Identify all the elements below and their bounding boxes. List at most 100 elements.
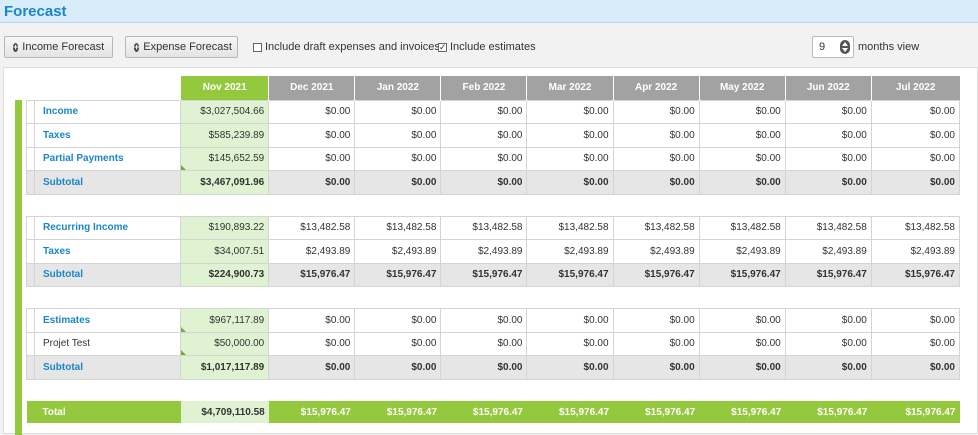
toolbar: + Income Forecast + Expense Forecast Inc… <box>0 24 978 68</box>
spinner-icon[interactable] <box>840 40 850 54</box>
estimates-checkbox-box[interactable]: ✓ <box>438 42 447 52</box>
month-value-cell: $0.00 <box>268 355 356 380</box>
row-gutter <box>26 308 35 333</box>
month-value-cell: $0.00 <box>440 146 528 171</box>
month-value-cell: $0.00 <box>870 170 961 195</box>
row-label[interactable]: Income <box>33 99 182 124</box>
income-forecast-label: Income Forecast <box>22 41 105 53</box>
month-value-cell: $0.00 <box>526 146 614 171</box>
month-value-cell: $15,976.47 <box>440 262 528 287</box>
month-value-cell: $0.00 <box>784 308 872 333</box>
spacer-cell <box>699 194 785 216</box>
row-label[interactable]: Estimates <box>33 308 182 333</box>
current-month-value-cell: $967,117.89 <box>180 308 270 333</box>
row-label[interactable]: Subtotal <box>33 355 182 380</box>
month-value-cell: $13,482.58 <box>354 215 442 240</box>
month-value-cell: $0.00 <box>440 308 528 333</box>
month-value-cell: $2,493.89 <box>268 239 356 264</box>
month-value-cell: $15,976.47 <box>354 262 442 287</box>
month-value-cell: $0.00 <box>268 331 356 356</box>
spacer-cell <box>527 194 613 216</box>
month-value-cell: $0.00 <box>440 355 528 380</box>
month-value-cell: $13,482.58 <box>784 215 872 240</box>
row-gutter <box>26 99 35 124</box>
months-view-input[interactable]: 9 <box>812 36 854 58</box>
spacer-cell <box>355 287 441 309</box>
row-label[interactable]: Subtotal <box>33 170 182 195</box>
current-month-value-cell: $3,027,504.66 <box>180 99 270 124</box>
month-header[interactable]: Mar 2022 <box>526 76 614 100</box>
month-value-cell: $13,482.58 <box>268 215 356 240</box>
month-header[interactable]: Jul 2022 <box>870 76 960 100</box>
month-header-current[interactable]: Nov 2021 <box>180 76 269 100</box>
month-value-cell: $0.00 <box>354 355 442 380</box>
estimates-checkbox-label: Include estimates <box>450 41 536 53</box>
month-value-cell: $0.00 <box>870 355 961 380</box>
month-header[interactable]: Jan 2022 <box>354 76 441 100</box>
spacer-cell <box>613 194 699 216</box>
month-value-cell: $0.00 <box>354 331 442 356</box>
row-gutter <box>26 262 35 287</box>
row-gutter <box>26 123 35 148</box>
month-header[interactable]: Dec 2021 <box>268 76 355 100</box>
spacer-cell <box>527 379 613 401</box>
month-header[interactable]: Apr 2022 <box>612 76 700 100</box>
month-value-cell: $0.00 <box>526 170 614 195</box>
spacer-cell <box>613 287 699 309</box>
month-value-cell: $0.00 <box>268 99 356 124</box>
current-month-value-cell: $34,007.51 <box>180 239 270 264</box>
month-value-cell: $0.00 <box>354 170 442 195</box>
forecast-panel: Nov 2021 Dec 2021 Jan 2022 Feb 2022 Mar … <box>3 67 978 435</box>
table-row: Estimates $967,117.89 $0.00 $0.00 $0.00 $0.00… <box>26 308 961 333</box>
month-value-cell: $15,976.47 <box>613 401 700 423</box>
row-label[interactable]: Total <box>34 401 181 423</box>
month-value-cell: $0.00 <box>612 355 700 380</box>
month-value-cell: $0.00 <box>354 146 442 171</box>
section-spacer-row <box>27 287 960 309</box>
table-row: Taxes $34,007.51 $2,493.89 $2,493.89 $2,493.… <box>26 239 961 264</box>
month-value-cell: $0.00 <box>526 123 614 148</box>
spacer-cell <box>613 379 699 401</box>
month-value-cell: $15,976.47 <box>526 262 614 287</box>
month-value-cell: $0.00 <box>784 146 872 171</box>
row-gutter <box>26 170 35 195</box>
month-value-cell: $0.00 <box>268 308 356 333</box>
spacer-cell <box>699 379 785 401</box>
section-indicator-bar <box>15 100 22 435</box>
month-value-cell: $0.00 <box>268 146 356 171</box>
month-value-cell: $2,493.89 <box>526 239 614 264</box>
spacer-cell <box>35 379 181 401</box>
current-month-value-cell: $3,467,091.96 <box>180 170 270 195</box>
spacer-cell <box>27 194 35 216</box>
month-value-cell: $2,493.89 <box>354 239 442 264</box>
month-value-cell: $0.00 <box>526 355 614 380</box>
month-value-cell: $0.00 <box>612 308 700 333</box>
month-value-cell: $0.00 <box>612 99 700 124</box>
page-title: Forecast <box>4 3 67 20</box>
month-header[interactable]: Feb 2022 <box>440 76 527 100</box>
month-value-cell: $0.00 <box>526 99 614 124</box>
month-header-row: Nov 2021 Dec 2021 Jan 2022 Feb 2022 Mar … <box>27 76 960 100</box>
include-estimates-checkbox[interactable]: ✓ Include estimates <box>438 41 536 53</box>
plus-circle-icon: + <box>13 41 19 52</box>
row-label[interactable]: Subtotal <box>33 262 182 287</box>
row-label[interactable]: Recurring Income <box>33 215 182 240</box>
income-forecast-button[interactable]: + Income Forecast <box>4 36 113 58</box>
section-spacer-row <box>27 379 960 401</box>
spacer-cell <box>269 379 355 401</box>
table-row: Income $3,027,504.66 $0.00 $0.00 $0.00 $0.00 $… <box>26 99 961 124</box>
draft-checkbox-box[interactable] <box>253 42 262 52</box>
month-header[interactable]: May 2022 <box>698 76 786 100</box>
row-label[interactable]: Partial Payments <box>33 146 182 171</box>
month-value-cell: $0.00 <box>784 355 872 380</box>
expense-forecast-button[interactable]: + Expense Forecast <box>125 36 238 58</box>
include-draft-checkbox[interactable]: Include draft expenses and invoices <box>253 41 440 53</box>
row-label[interactable]: Taxes <box>33 123 182 148</box>
row-gutter <box>26 146 35 171</box>
spacer-cell <box>269 194 355 216</box>
month-value-cell: $0.00 <box>870 99 961 124</box>
month-header[interactable]: Jun 2022 <box>784 76 872 100</box>
month-value-cell: $2,493.89 <box>612 239 700 264</box>
month-value-cell: $0.00 <box>526 308 614 333</box>
row-label[interactable]: Taxes <box>33 239 182 264</box>
